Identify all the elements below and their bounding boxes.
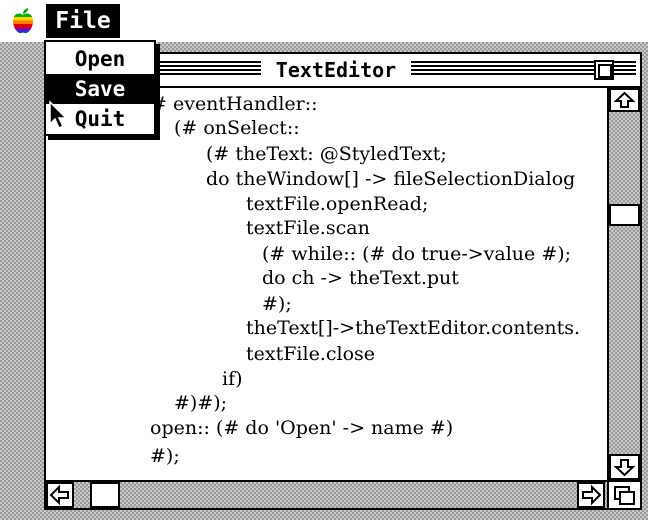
code-line: do theWindow[] -> fileSelectionDialog	[206, 168, 576, 190]
code-line: do ch -> theText.put	[262, 267, 459, 289]
window-title: TextEditor	[261, 57, 411, 83]
zoom-box-icon[interactable]	[594, 60, 614, 80]
text-content-area[interactable]: # eventHandler:: (# onSelect:: (# theTex…	[46, 88, 606, 478]
code-line: open:: (# do 'Open' -> name #)	[150, 417, 454, 439]
code-line: # eventHandler::	[151, 93, 318, 115]
grow-box-icon[interactable]	[607, 480, 640, 508]
code-line: if)	[222, 368, 243, 390]
code-line: theText[]->theTextEditor.contents.	[246, 317, 581, 339]
code-line: textFile.scan	[246, 217, 370, 239]
vertical-scrollbar[interactable]	[607, 88, 640, 480]
arrow-cursor-icon	[49, 100, 68, 130]
scroll-down-arrow-icon[interactable]	[609, 454, 640, 480]
scroll-up-arrow-icon[interactable]	[609, 88, 640, 112]
code-line: (# while:: (# do true->value #);	[262, 243, 572, 265]
scroll-right-arrow-icon[interactable]	[577, 482, 605, 508]
apple-logo-icon[interactable]	[12, 8, 34, 34]
code-line: #);	[262, 293, 292, 315]
code-line: textFile.close	[246, 343, 376, 365]
code-line: #)#);	[174, 392, 228, 414]
menu-bar: File	[0, 0, 648, 42]
horizontal-scrollbar[interactable]	[46, 480, 607, 508]
menu-item-open[interactable]: Open	[46, 44, 154, 74]
code-line: (# theText: @StyledText;	[206, 143, 447, 165]
horizontal-scroll-thumb[interactable]	[90, 482, 120, 508]
scroll-left-arrow-icon[interactable]	[46, 482, 74, 508]
code-line: #);	[150, 445, 180, 467]
vertical-scroll-thumb[interactable]	[609, 204, 640, 226]
code-line: (# onSelect::	[174, 117, 300, 139]
code-line: textFile.openRead;	[246, 193, 429, 215]
file-menu-title[interactable]: File	[46, 4, 120, 38]
